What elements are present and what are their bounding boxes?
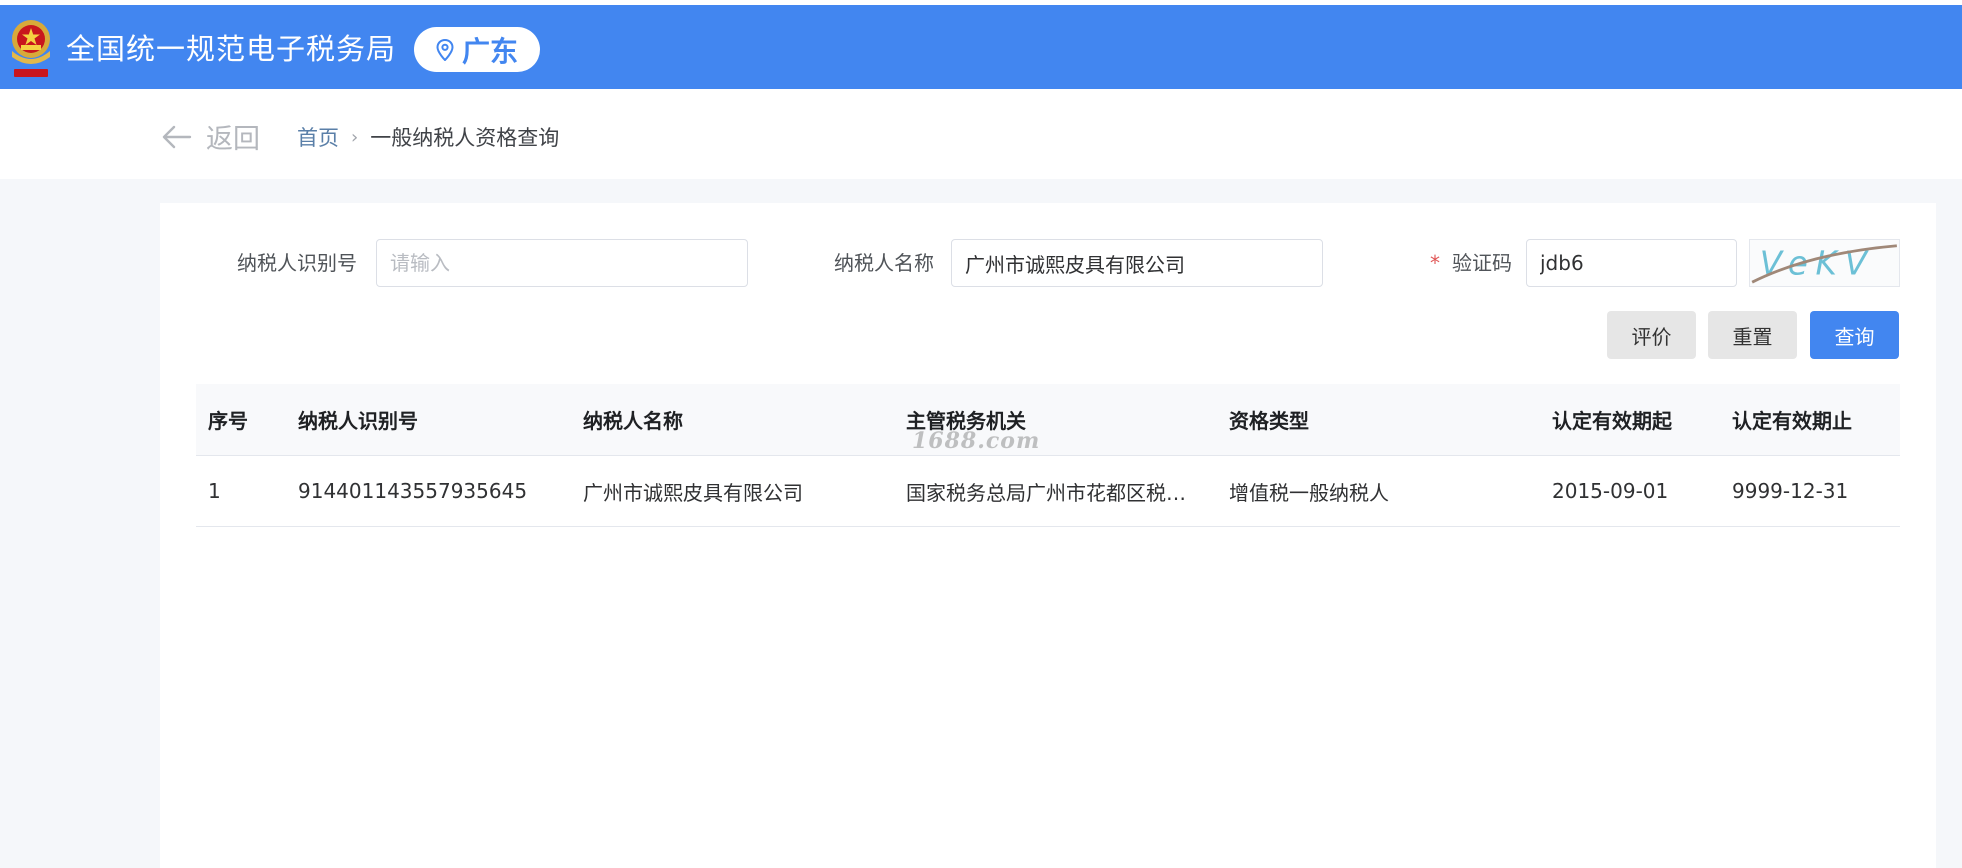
watermark: 1688.com (912, 428, 1041, 454)
cell-valid-from: 2015-09-01 (1552, 479, 1669, 503)
cell-taxpayer-name: 广州市诚熙皮具有限公司 (583, 480, 803, 505)
captcha-image[interactable]: VeKV (1749, 239, 1900, 287)
evaluate-button[interactable]: 评价 (1607, 311, 1696, 359)
query-button[interactable]: 查询 (1810, 311, 1899, 359)
breadcrumb-home-link[interactable]: 首页 (297, 122, 339, 152)
breadcrumb-bar: 返回 首页 › 一般纳税人资格查询 (0, 89, 1962, 179)
breadcrumb-current: 一般纳税人资格查询 (370, 126, 560, 150)
header-taxpayer-name: 纳税人名称 (583, 409, 683, 433)
header-qualification-type: 资格类型 (1229, 409, 1309, 433)
national-emblem-icon (12, 20, 50, 77)
taxpayer-name-input[interactable] (951, 239, 1323, 287)
cell-taxpayer-id: 914401143557935645 (298, 479, 528, 503)
taxpayer-name-label: 纳税人名称 (834, 251, 934, 275)
taxpayer-id-input[interactable] (376, 239, 748, 287)
cell-tax-authority: 国家税务总局广州市花都区税务局 (906, 480, 1206, 505)
header-bar: 全国统一规范电子税务局 广东 (0, 5, 1962, 89)
region-selector[interactable]: 广东 (414, 27, 540, 72)
query-card: 纳税人识别号 纳税人名称 * 验证码 VeKV 评价 重置 查询 序号 纳税人识别… (160, 203, 1936, 868)
header-index: 序号 (208, 409, 248, 433)
captcha-label-text: 验证码 (1452, 251, 1512, 275)
breadcrumb: 首页 › 一般纳税人资格查询 (297, 122, 559, 152)
captcha-input[interactable] (1526, 239, 1737, 287)
site-title: 全国统一规范电子税务局 (66, 32, 397, 66)
header-valid-to: 认定有效期止 (1732, 409, 1852, 433)
back-label: 返回 (206, 124, 260, 155)
taxpayer-id-label: 纳税人识别号 (237, 251, 357, 275)
header-taxpayer-id: 纳税人识别号 (298, 409, 418, 433)
captcha-label: * 验证码 (1430, 239, 1512, 287)
location-pin-icon (436, 38, 454, 61)
cell-index: 1 (208, 479, 221, 503)
region-name: 广东 (461, 34, 518, 68)
required-mark: * (1430, 251, 1440, 275)
cell-valid-to: 9999-12-31 (1732, 479, 1849, 503)
chevron-right-icon: › (351, 126, 359, 148)
result-table: 序号 纳税人识别号 纳税人名称 主管税务机关 资格类型 认定有效期起 认定有效期… (196, 384, 1900, 527)
header-valid-from: 认定有效期起 (1552, 409, 1672, 433)
back-button[interactable]: 返回 (162, 117, 260, 156)
table-row[interactable]: 1 914401143557935645 广州市诚熙皮具有限公司 国家税务总局广… (196, 456, 1900, 527)
table-header-row: 序号 纳税人识别号 纳税人名称 主管税务机关 资格类型 认定有效期起 认定有效期… (196, 384, 1900, 456)
reset-button[interactable]: 重置 (1708, 311, 1797, 359)
cell-qualification-type: 增值税一般纳税人 (1229, 480, 1389, 505)
arrow-left-icon (162, 125, 192, 148)
